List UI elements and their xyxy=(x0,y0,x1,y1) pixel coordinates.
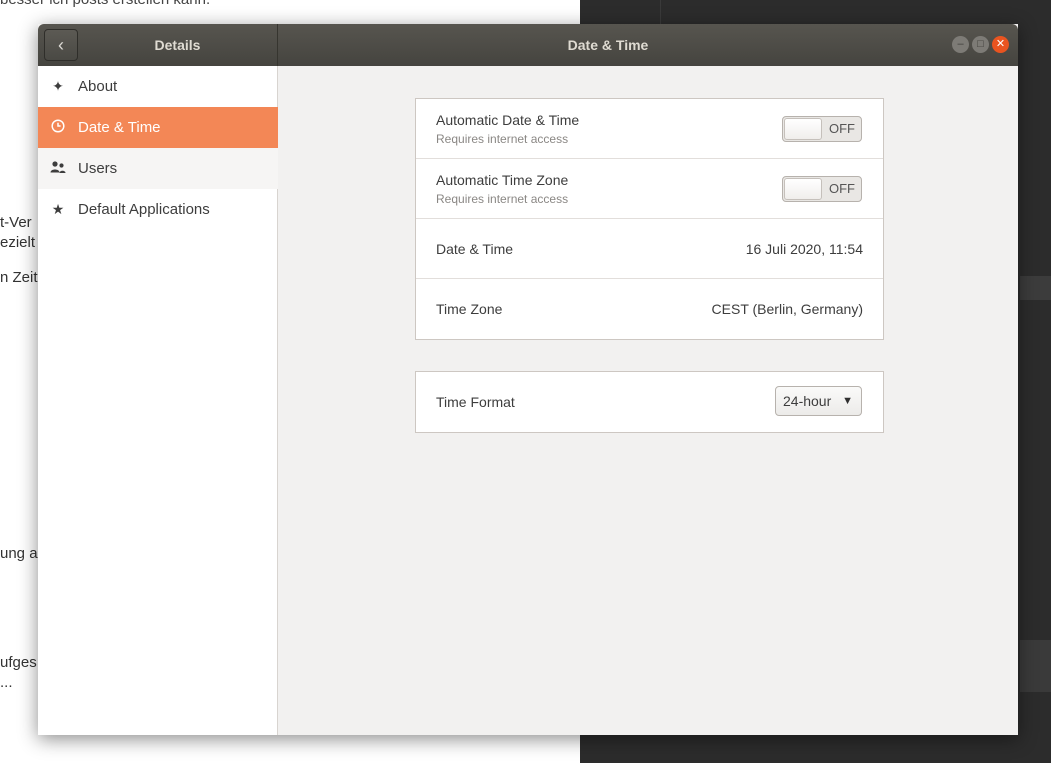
doc-text-fragment: t-Ver xyxy=(0,214,32,231)
doc-text-fragment: n Zeit xyxy=(0,269,38,286)
maximize-button[interactable]: □ xyxy=(972,36,989,53)
minimize-button[interactable]: – xyxy=(952,36,969,53)
sidebar-item-label: Default Applications xyxy=(78,201,210,218)
sidebar-header: ‹ Details xyxy=(38,24,278,66)
close-icon: ✕ xyxy=(995,38,1006,50)
switch-knob xyxy=(784,178,822,200)
timezone-value: CEST (Berlin, Germany) xyxy=(711,301,863,317)
auto-datetime-label: Automatic Date & Time xyxy=(436,112,580,128)
main-content: Automatic Date & Time Requires internet … xyxy=(279,66,1018,735)
sidebar-item-label: Date & Time xyxy=(78,119,161,136)
users-icon xyxy=(50,160,66,177)
doc-text-fragment: ... xyxy=(0,674,13,691)
sidebar-item-default-applications[interactable]: ★ Default Applications xyxy=(38,189,278,230)
time-format-row: Time Format 24-hour ▼ xyxy=(416,372,883,432)
sidebar-item-about[interactable]: ✦ About xyxy=(38,66,278,107)
time-format-label: Time Format xyxy=(436,394,515,410)
doc-text-fragment: ung a xyxy=(0,545,38,562)
sidebar-item-label: About xyxy=(78,78,118,95)
caret-down-icon: ▼ xyxy=(842,395,853,407)
auto-datetime-row[interactable]: Automatic Date & Time Requires internet … xyxy=(416,99,883,159)
sidebar-item-users[interactable]: Users xyxy=(38,148,278,189)
switch-state: OFF xyxy=(829,181,855,196)
clock-icon xyxy=(50,119,66,136)
date-time-panel: Automatic Date & Time Requires internet … xyxy=(415,98,884,340)
time-format-dropdown[interactable]: 24-hour ▼ xyxy=(775,386,862,416)
auto-datetime-switch[interactable]: OFF xyxy=(782,116,862,142)
timezone-label: Time Zone xyxy=(436,301,503,317)
sparkle-icon: ✦ xyxy=(52,78,64,94)
close-button[interactable]: ✕ xyxy=(992,36,1009,53)
datetime-value: 16 Juli 2020, 11:54 xyxy=(745,241,863,257)
auto-timezone-row[interactable]: Automatic Time Zone Requires internet ac… xyxy=(416,159,883,219)
editor-line-highlight xyxy=(1020,640,1051,692)
maximize-icon: □ xyxy=(977,38,984,50)
switch-knob xyxy=(784,118,822,140)
chevron-left-icon: ‹ xyxy=(58,35,64,55)
auto-timezone-switch[interactable]: OFF xyxy=(782,176,862,202)
settings-window: ‹ Details Date & Time – □ ✕ ✦ About Date… xyxy=(38,24,1018,735)
minimize-icon: – xyxy=(957,38,964,50)
doc-text-fragment: ezielt xyxy=(0,234,36,251)
datetime-row[interactable]: Date & Time 16 Juli 2020, 11:54 xyxy=(416,219,883,279)
auto-timezone-sublabel: Requires internet access xyxy=(436,192,569,206)
switch-state: OFF xyxy=(829,121,855,136)
editor-line-highlight xyxy=(1020,276,1051,300)
window-title: Date & Time xyxy=(567,37,649,53)
sidebar-title: Details xyxy=(154,37,201,53)
doc-text-top: besser ich posts erstellen kann. xyxy=(0,0,210,8)
title-bar[interactable]: ‹ Details Date & Time – □ ✕ xyxy=(38,24,1018,66)
sidebar-item-date-time[interactable]: Date & Time xyxy=(38,107,278,148)
star-icon: ★ xyxy=(51,201,65,217)
datetime-label: Date & Time xyxy=(436,241,514,257)
time-format-panel: Time Format 24-hour ▼ xyxy=(415,371,884,433)
time-format-value: 24-hour xyxy=(783,393,832,409)
auto-timezone-label: Automatic Time Zone xyxy=(436,172,569,188)
back-button[interactable]: ‹ xyxy=(44,29,78,61)
timezone-row[interactable]: Time Zone CEST (Berlin, Germany) xyxy=(416,279,883,339)
auto-datetime-sublabel: Requires internet access xyxy=(436,132,569,146)
sidebar-item-label: Users xyxy=(78,160,118,177)
sidebar: ✦ About Date & Time Users ★ Default Appl… xyxy=(38,66,278,735)
doc-text-fragment: ufges xyxy=(0,654,37,671)
